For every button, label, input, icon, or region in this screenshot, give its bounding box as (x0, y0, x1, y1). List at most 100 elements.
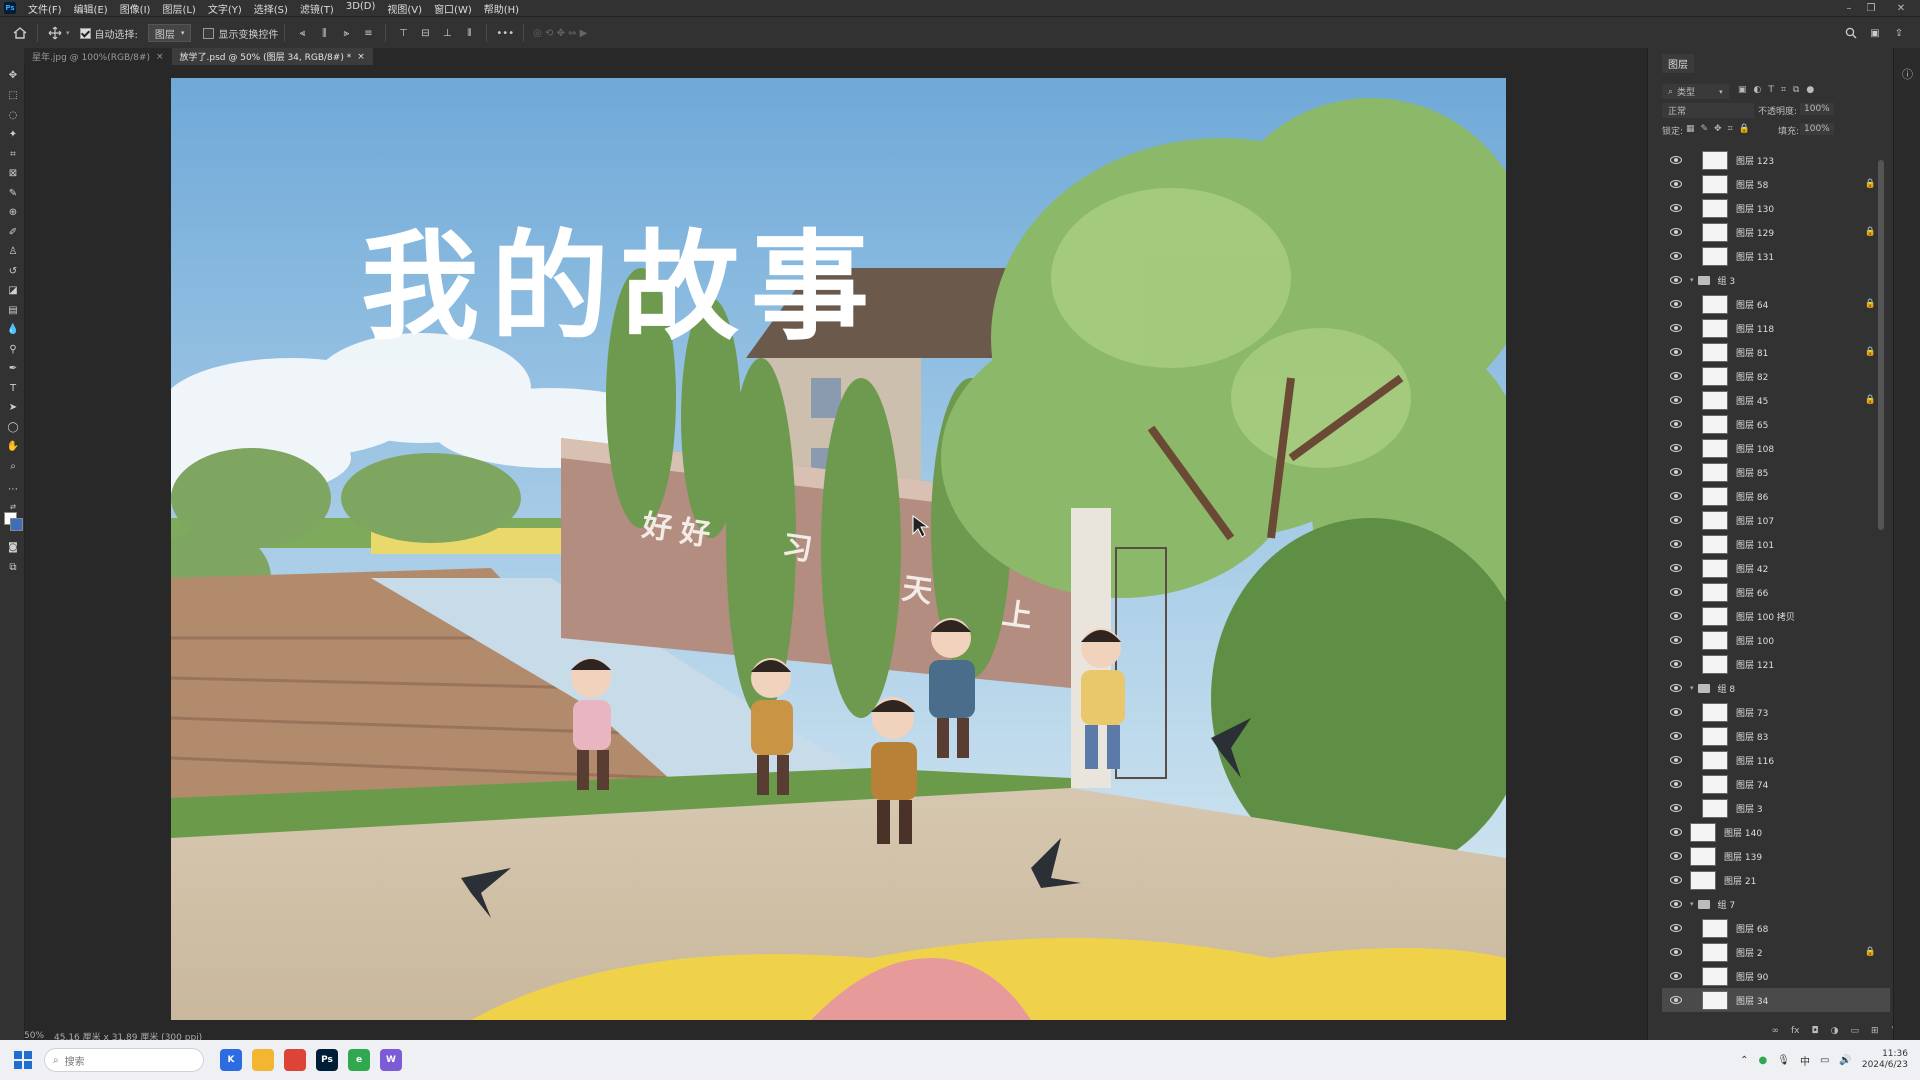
distribute-vertical-icon[interactable]: ⫴ (461, 23, 477, 43)
layer-row[interactable]: 图层 2 🔒 (1662, 940, 1890, 964)
lock-icons[interactable]: ▦✎✥⌗🔒 (1686, 124, 1756, 134)
visibility-eye-icon[interactable] (1670, 540, 1682, 548)
layer-row[interactable]: 图层 64 🔒 (1662, 292, 1890, 316)
align-right-icon[interactable]: ⫸ (338, 23, 354, 43)
layer-row[interactable]: 图层 86 (1662, 484, 1890, 508)
adjustment-layer-icon[interactable]: ◑ (1831, 1026, 1839, 1040)
visibility-eye-icon[interactable] (1670, 348, 1682, 356)
visibility-eye-icon[interactable] (1670, 948, 1682, 956)
network-icon[interactable]: ▭ (1820, 1055, 1829, 1066)
expand-caret-icon[interactable]: ▾ (1690, 900, 1694, 908)
visibility-eye-icon[interactable] (1670, 180, 1682, 188)
visibility-eye-icon[interactable] (1670, 828, 1682, 836)
gradient-tool-icon[interactable]: ▤ (6, 303, 20, 317)
layer-group-row[interactable]: ▾ 组 7 (1662, 892, 1890, 916)
auto-select-checkbox[interactable] (79, 27, 91, 39)
align-left-icon[interactable]: ⫷ (294, 23, 310, 43)
folder-icon[interactable] (252, 1049, 274, 1071)
lasso-tool-icon[interactable]: ◌ (6, 108, 20, 122)
layer-row[interactable]: 图层 121 (1662, 652, 1890, 676)
hand-tool-icon[interactable]: ✋ (6, 439, 20, 453)
pen-tool-icon[interactable]: ✒ (6, 361, 20, 375)
layers-scrollbar[interactable] (1878, 160, 1884, 530)
visibility-eye-icon[interactable] (1670, 420, 1682, 428)
document-tab[interactable]: 放学了.psd @ 50% (图层 34, RGB/8#) * × (171, 48, 373, 65)
eraser-tool-icon[interactable]: ◪ (6, 283, 20, 297)
microphone-icon[interactable]: 🎙 (1777, 1055, 1790, 1066)
close-icon[interactable]: ✕ (1890, 0, 1912, 16)
visibility-eye-icon[interactable] (1670, 156, 1682, 164)
menu-item[interactable]: 3D(D) (340, 1, 382, 16)
visibility-eye-icon[interactable] (1670, 324, 1682, 332)
layer-row[interactable]: 图层 68 (1662, 916, 1890, 940)
layer-row[interactable]: 图层 81 🔒 (1662, 340, 1890, 364)
artwork-canvas[interactable]: 我的故事 好 好 习 天 上 (171, 78, 1506, 1020)
document-tab[interactable]: 星年.jpg @ 100%(RGB/8#) × (24, 48, 172, 65)
visibility-eye-icon[interactable] (1670, 228, 1682, 236)
chrome-icon[interactable] (284, 1049, 306, 1071)
visibility-eye-icon[interactable] (1670, 636, 1682, 644)
brush-tool-icon[interactable]: ✐ (6, 225, 20, 239)
menu-item[interactable]: 选择(S) (248, 1, 294, 16)
blur-tool-icon[interactable]: 💧 (6, 322, 20, 336)
quick-mask-icon[interactable]: ◙ (6, 540, 20, 554)
more-tools-icon[interactable]: ⋯ (6, 482, 20, 496)
visibility-eye-icon[interactable] (1670, 900, 1682, 908)
opacity-input[interactable]: 100% (1800, 103, 1834, 115)
align-bottom-icon[interactable]: ⊥ (439, 23, 455, 43)
fill-input[interactable]: 100% (1800, 123, 1834, 135)
layer-row[interactable]: 图层 140 (1662, 820, 1890, 844)
align-middle-icon[interactable]: ⊟ (417, 23, 433, 43)
visibility-eye-icon[interactable] (1670, 372, 1682, 380)
screen-mode-icon[interactable]: ⧉ (6, 560, 20, 574)
layer-row[interactable]: 图层 58 🔒 (1662, 172, 1890, 196)
menu-item[interactable]: 滤镜(T) (294, 1, 340, 16)
minimize-icon[interactable]: – (1838, 0, 1860, 16)
visibility-eye-icon[interactable] (1670, 780, 1682, 788)
layer-row[interactable]: 图层 130 (1662, 196, 1890, 220)
home-icon[interactable] (12, 23, 28, 43)
healing-brush-icon[interactable]: ⊕ (6, 205, 20, 219)
search-icon[interactable] (1843, 23, 1859, 43)
visibility-eye-icon[interactable] (1670, 852, 1682, 860)
dodge-tool-icon[interactable]: ⚲ (6, 342, 20, 356)
visibility-eye-icon[interactable] (1670, 444, 1682, 452)
clone-stamp-icon[interactable]: ♙ (6, 244, 20, 258)
expand-caret-icon[interactable]: ▾ (1690, 684, 1694, 692)
layer-row[interactable]: 图层 101 (1662, 532, 1890, 556)
type-tool-icon[interactable]: T (6, 381, 20, 395)
menu-item[interactable]: 编辑(E) (68, 1, 114, 16)
link-layers-icon[interactable]: ∞ (1772, 1026, 1780, 1040)
layer-row[interactable]: 图层 118 (1662, 316, 1890, 340)
windows-start-icon[interactable] (14, 1051, 32, 1069)
crop-tool-icon[interactable]: ⌗ (6, 147, 20, 161)
input-language[interactable]: 中 (1800, 1053, 1810, 1068)
visibility-eye-icon[interactable] (1670, 396, 1682, 404)
layer-row[interactable]: 图层 107 (1662, 508, 1890, 532)
layer-filter-icons[interactable]: ▣◐T⌗⧉● (1738, 85, 1821, 95)
layer-group-row[interactable]: ▾ 组 8 (1662, 676, 1890, 700)
layer-row[interactable]: 图层 100 拷贝 (1662, 604, 1890, 628)
move-tool-icon[interactable]: ✥ (6, 68, 20, 82)
visibility-eye-icon[interactable] (1670, 996, 1682, 1004)
visibility-eye-icon[interactable] (1670, 924, 1682, 932)
visibility-eye-icon[interactable] (1670, 276, 1682, 284)
layer-row[interactable]: 图层 100 (1662, 628, 1890, 652)
distribute-icon[interactable]: ≡ (360, 23, 376, 43)
share-icon[interactable]: ⇪ (1891, 23, 1907, 43)
photoshop-icon[interactable]: Ps (316, 1049, 338, 1071)
history-brush-icon[interactable]: ↺ (6, 264, 20, 278)
layer-row[interactable]: 图层 45 🔒 (1662, 388, 1890, 412)
chevron-down-icon[interactable]: ▾ (66, 29, 70, 37)
visibility-eye-icon[interactable] (1670, 804, 1682, 812)
layer-row[interactable]: 图层 123 (1662, 148, 1890, 172)
layer-row[interactable]: 图层 21 (1662, 868, 1890, 892)
visibility-eye-icon[interactable] (1670, 588, 1682, 596)
visibility-eye-icon[interactable] (1670, 732, 1682, 740)
visibility-eye-icon[interactable] (1670, 612, 1682, 620)
layer-row[interactable]: 图层 82 (1662, 364, 1890, 388)
path-selection-icon[interactable]: ➤ (6, 400, 20, 414)
clock[interactable]: 11:36 2024/6/23 (1862, 1049, 1908, 1071)
menu-item[interactable]: 文件(F) (22, 1, 68, 16)
new-group-icon[interactable]: ▭ (1851, 1026, 1860, 1040)
